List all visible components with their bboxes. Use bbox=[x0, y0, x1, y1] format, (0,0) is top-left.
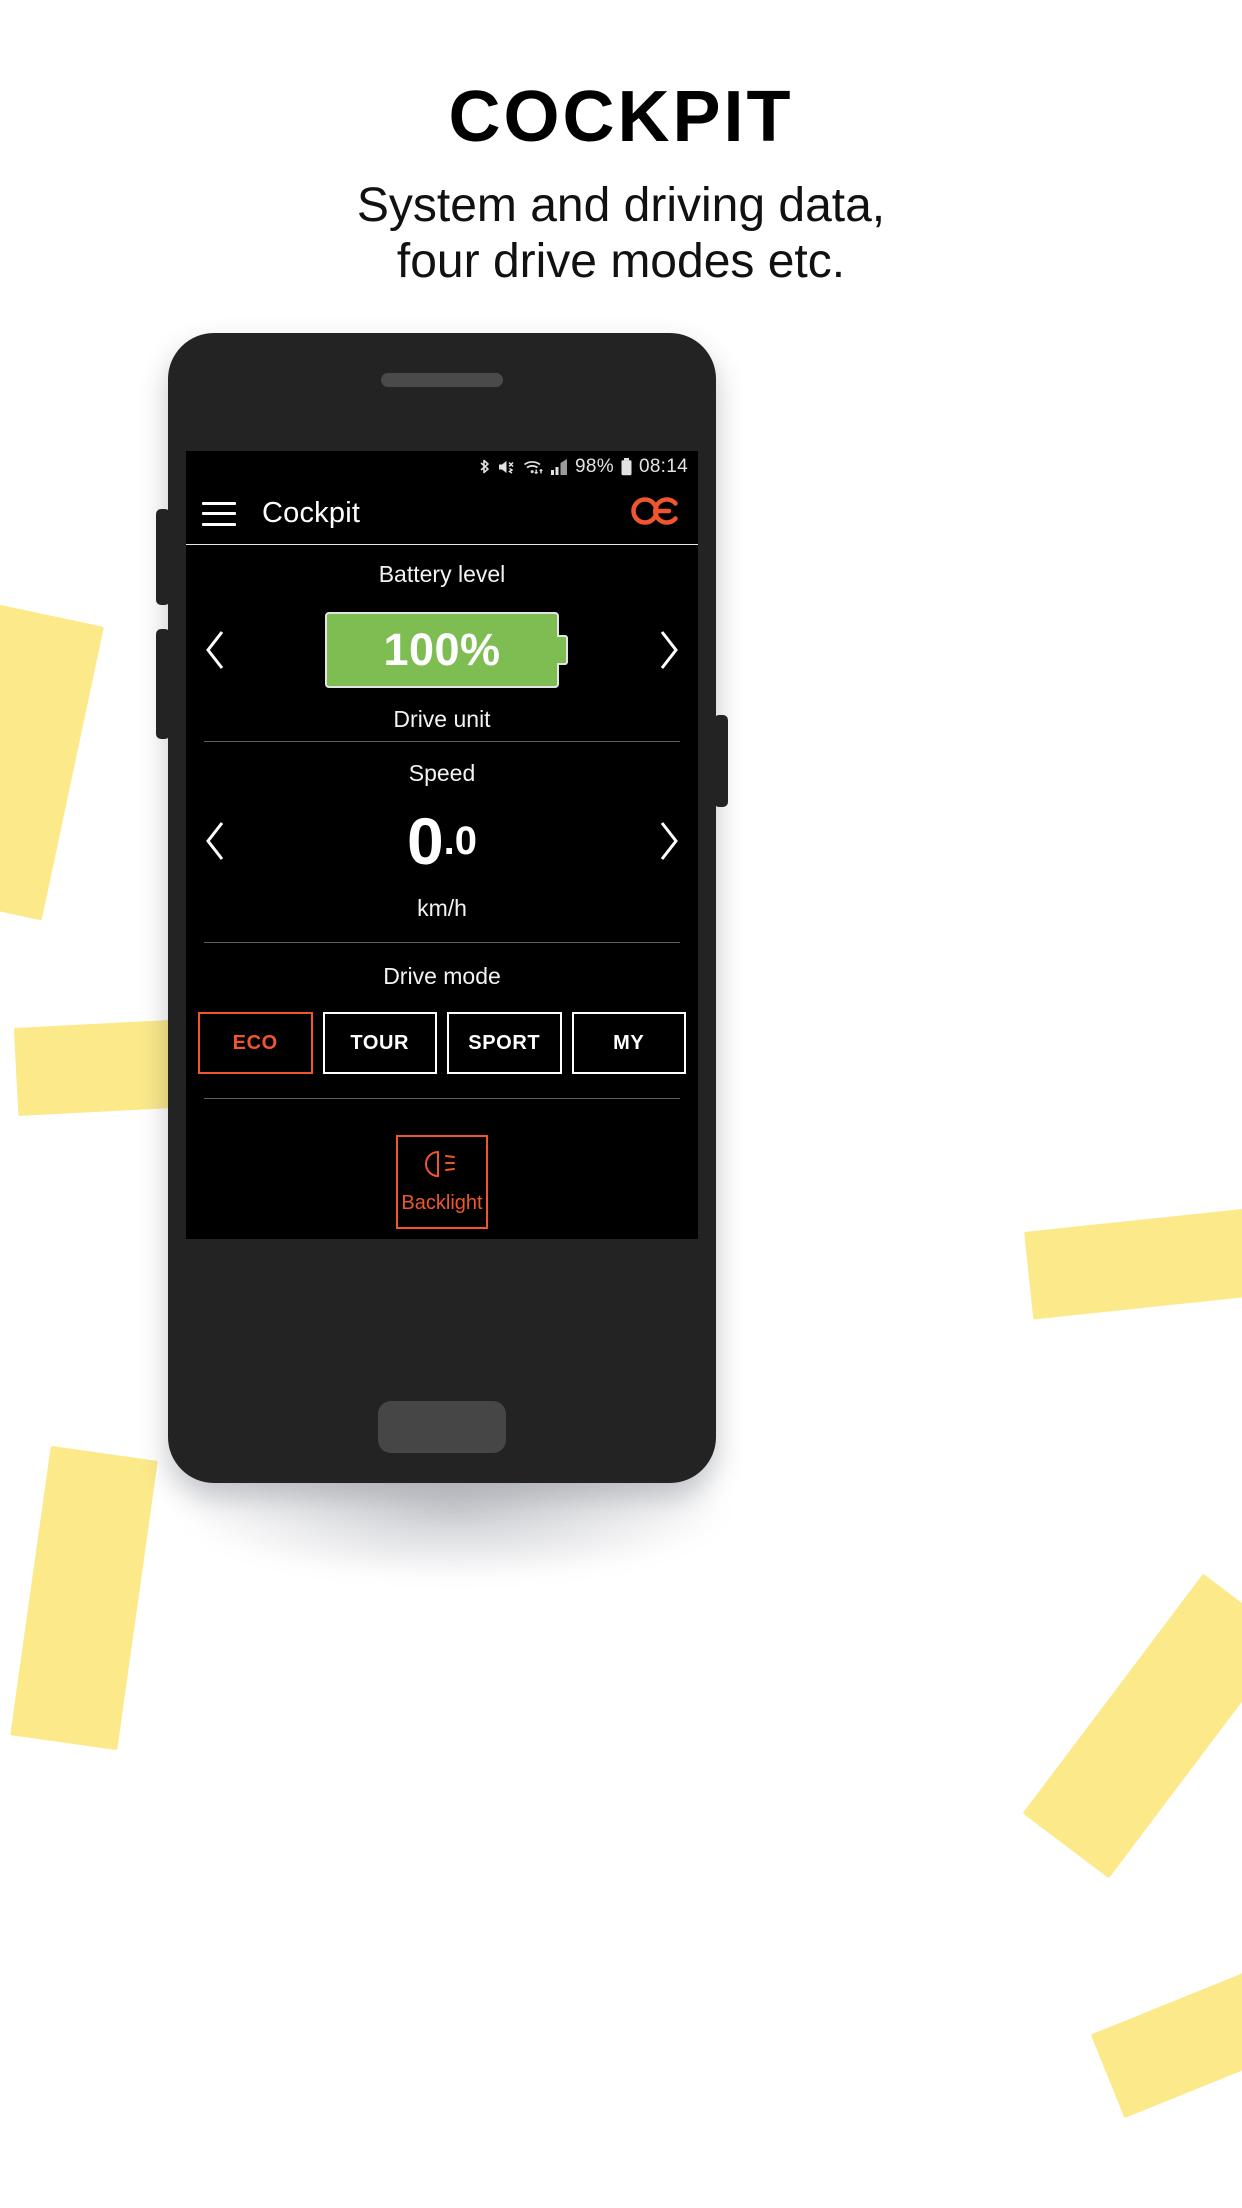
drive-mode-my-button[interactable]: MY bbox=[571, 1012, 686, 1074]
battery-value: 100% bbox=[383, 624, 501, 675]
page-subtitle-line2: four drive modes etc. bbox=[396, 235, 846, 288]
battery-gauge: 100% bbox=[325, 612, 559, 688]
bluetooth-icon bbox=[478, 457, 491, 477]
wifi-icon bbox=[523, 457, 545, 477]
drive-mode-tour-button[interactable]: TOUR bbox=[322, 1012, 437, 1074]
home-button[interactable] bbox=[378, 1401, 506, 1453]
drive-mode-label: Drive mode bbox=[383, 963, 501, 989]
speed-prev-arrow[interactable] bbox=[202, 819, 228, 863]
speed-label: Speed bbox=[408, 760, 476, 786]
phone-screen: 98% 08:14 Cockpit Battery level 100% Dri… bbox=[186, 451, 698, 1239]
phone-mockup: 98% 08:14 Cockpit Battery level 100% Dri… bbox=[156, 333, 728, 1483]
decor-yellow-shape-1 bbox=[0, 603, 104, 921]
page-subtitle-line1: System and driving data, bbox=[356, 179, 886, 232]
promo-header: COCKPIT System and driving data, four dr… bbox=[0, 0, 1242, 290]
drive-mode-section: Drive mode ECO TOUR SPORT MY bbox=[186, 943, 698, 1074]
decor-yellow-shape-3 bbox=[10, 1445, 158, 1751]
volume-mute-icon bbox=[497, 457, 517, 477]
decor-yellow-shape-6 bbox=[1090, 1955, 1242, 2119]
battery-gauge-row: 100% bbox=[186, 598, 698, 702]
app-bar-title: Cockpit bbox=[262, 497, 361, 529]
earpiece-speaker bbox=[381, 373, 503, 387]
drive-mode-buttons: ECO TOUR SPORT MY bbox=[186, 990, 698, 1074]
status-battery-percent: 98% bbox=[575, 456, 614, 477]
battery-prev-arrow[interactable] bbox=[202, 628, 228, 672]
app-bar: Cockpit bbox=[186, 483, 698, 545]
status-bar: 98% 08:14 bbox=[186, 451, 698, 483]
backlight-button[interactable]: Backlight bbox=[396, 1135, 488, 1229]
volume-down-button[interactable] bbox=[156, 629, 170, 739]
page-title: COCKPIT bbox=[448, 77, 794, 157]
speed-value-decimal: .0 bbox=[443, 819, 478, 863]
power-button[interactable] bbox=[714, 715, 728, 807]
speed-value-row: 0 .0 bbox=[186, 787, 698, 895]
cellular-signal-icon bbox=[551, 457, 569, 477]
decor-yellow-shape-4 bbox=[1024, 1204, 1242, 1320]
volume-up-button[interactable] bbox=[156, 509, 170, 605]
headlight-icon bbox=[420, 1149, 464, 1184]
drive-mode-eco-button[interactable]: ECO bbox=[198, 1012, 313, 1074]
battery-full-icon bbox=[620, 457, 633, 477]
speed-section: Speed 0 .0 km/h bbox=[186, 742, 698, 942]
drive-mode-sport-button[interactable]: SPORT bbox=[447, 1012, 562, 1074]
battery-source-label: Drive unit bbox=[393, 706, 491, 732]
battery-next-arrow[interactable] bbox=[656, 628, 682, 672]
decor-yellow-shape-5 bbox=[1022, 1573, 1242, 1879]
backlight-label: Backlight bbox=[401, 1192, 483, 1214]
speed-unit-label: km/h bbox=[417, 895, 467, 921]
battery-level-label: Battery level bbox=[378, 561, 506, 587]
hamburger-menu-icon[interactable] bbox=[202, 501, 236, 526]
status-clock: 08:14 bbox=[638, 456, 688, 477]
speed-next-arrow[interactable] bbox=[656, 819, 682, 863]
battery-level-section: Battery level 100% Drive unit bbox=[186, 545, 698, 741]
speed-value-integer: 0 bbox=[406, 804, 444, 878]
backlight-section: Backlight bbox=[186, 1099, 698, 1229]
cobi-rings-logo[interactable] bbox=[630, 494, 682, 533]
